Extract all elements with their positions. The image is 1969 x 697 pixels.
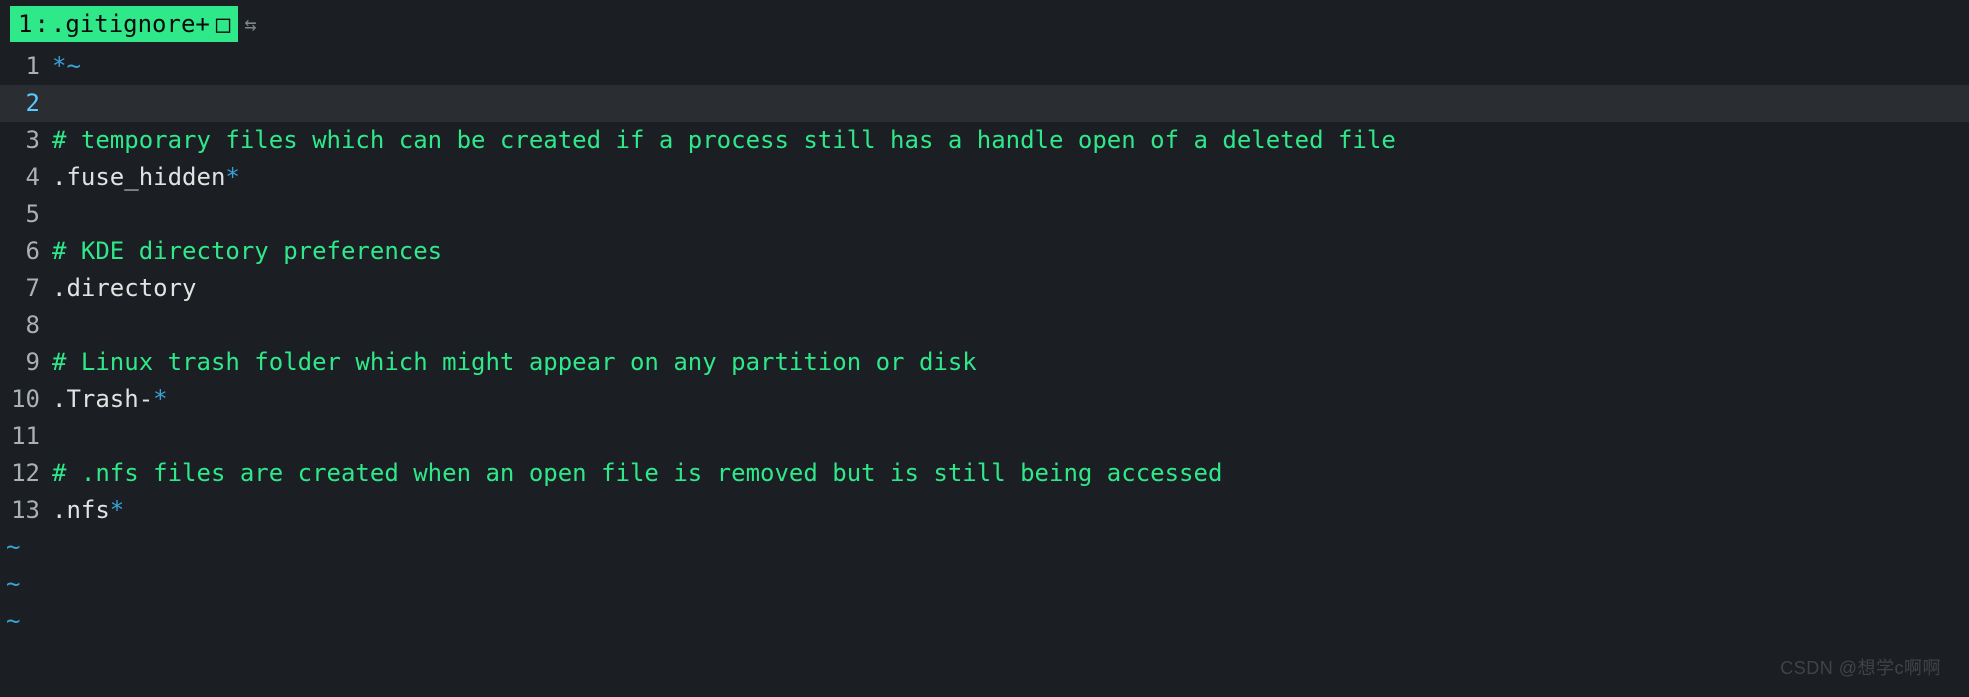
editor-row[interactable]: 1*~ xyxy=(0,48,1969,85)
code-line[interactable]: .Trash-* xyxy=(48,381,168,418)
editor-row[interactable]: 5 xyxy=(0,196,1969,233)
code-token: .Trash- xyxy=(52,385,153,413)
editor-row[interactable]: 9# Linux trash folder which might appear… xyxy=(0,344,1969,381)
code-line[interactable]: .directory xyxy=(48,270,197,307)
code-token: # KDE directory preferences xyxy=(52,237,442,265)
tab-bar: 1: .gitignore+ □ ⇆ xyxy=(0,0,1969,48)
editor-row[interactable]: 13.nfs* xyxy=(0,492,1969,529)
line-number: 12 xyxy=(0,455,48,492)
tab-modified-marker: + xyxy=(195,6,209,43)
editor-row[interactable]: 8 xyxy=(0,307,1969,344)
editor-row[interactable]: 3# temporary files which can be created … xyxy=(0,122,1969,159)
empty-line-tilde: ~ xyxy=(0,603,1969,640)
line-number: 2 xyxy=(0,85,48,122)
line-number: 11 xyxy=(0,418,48,455)
tab-filename: .gitignore xyxy=(51,6,196,43)
code-token: * xyxy=(225,163,239,191)
code-token: *~ xyxy=(52,52,81,80)
line-number: 7 xyxy=(0,270,48,307)
editor-row[interactable]: 2 xyxy=(0,85,1969,122)
empty-line-tilde: ~ xyxy=(0,566,1969,603)
editor-row[interactable]: 10.Trash-* xyxy=(0,381,1969,418)
buffer-tab[interactable]: 1: .gitignore+ □ xyxy=(10,6,238,42)
code-line[interactable]: # Linux trash folder which might appear … xyxy=(48,344,977,381)
editor-row[interactable]: 7.directory xyxy=(0,270,1969,307)
code-token: * xyxy=(153,385,167,413)
swap-icon: ⇆ xyxy=(244,6,256,43)
code-line[interactable]: *~ xyxy=(48,48,81,85)
editor-area[interactable]: 1*~23# temporary files which can be crea… xyxy=(0,48,1969,640)
line-number: 9 xyxy=(0,344,48,381)
line-number: 8 xyxy=(0,307,48,344)
code-token: .fuse_hidden xyxy=(52,163,225,191)
code-token: * xyxy=(110,496,124,524)
editor-row[interactable]: 11 xyxy=(0,418,1969,455)
line-number: 4 xyxy=(0,159,48,196)
line-number: 13 xyxy=(0,492,48,529)
watermark: CSDN @想学c啊啊 xyxy=(1780,650,1941,687)
code-line[interactable]: .nfs* xyxy=(48,492,124,529)
tab-separator: : xyxy=(32,6,50,43)
empty-line-tilde: ~ xyxy=(0,529,1969,566)
line-number: 10 xyxy=(0,381,48,418)
line-number: 6 xyxy=(0,233,48,270)
code-token: # Linux trash folder which might appear … xyxy=(52,348,977,376)
code-line[interactable]: # KDE directory preferences xyxy=(48,233,442,270)
code-token: # .nfs files are created when an open fi… xyxy=(52,459,1222,487)
code-token: .directory xyxy=(52,274,197,302)
line-number: 5 xyxy=(0,196,48,233)
line-number: 1 xyxy=(0,48,48,85)
code-line[interactable]: # temporary files which can be created i… xyxy=(48,122,1396,159)
editor-row[interactable]: 12# .nfs files are created when an open … xyxy=(0,455,1969,492)
code-token: # temporary files which can be created i… xyxy=(52,126,1396,154)
code-token: .nfs xyxy=(52,496,110,524)
code-line[interactable]: # .nfs files are created when an open fi… xyxy=(48,455,1222,492)
code-line[interactable]: .fuse_hidden* xyxy=(48,159,240,196)
tab-glyph-icon: □ xyxy=(216,6,230,43)
line-number: 3 xyxy=(0,122,48,159)
editor-row[interactable]: 4.fuse_hidden* xyxy=(0,159,1969,196)
editor-row[interactable]: 6# KDE directory preferences xyxy=(0,233,1969,270)
tab-index: 1 xyxy=(18,6,32,43)
